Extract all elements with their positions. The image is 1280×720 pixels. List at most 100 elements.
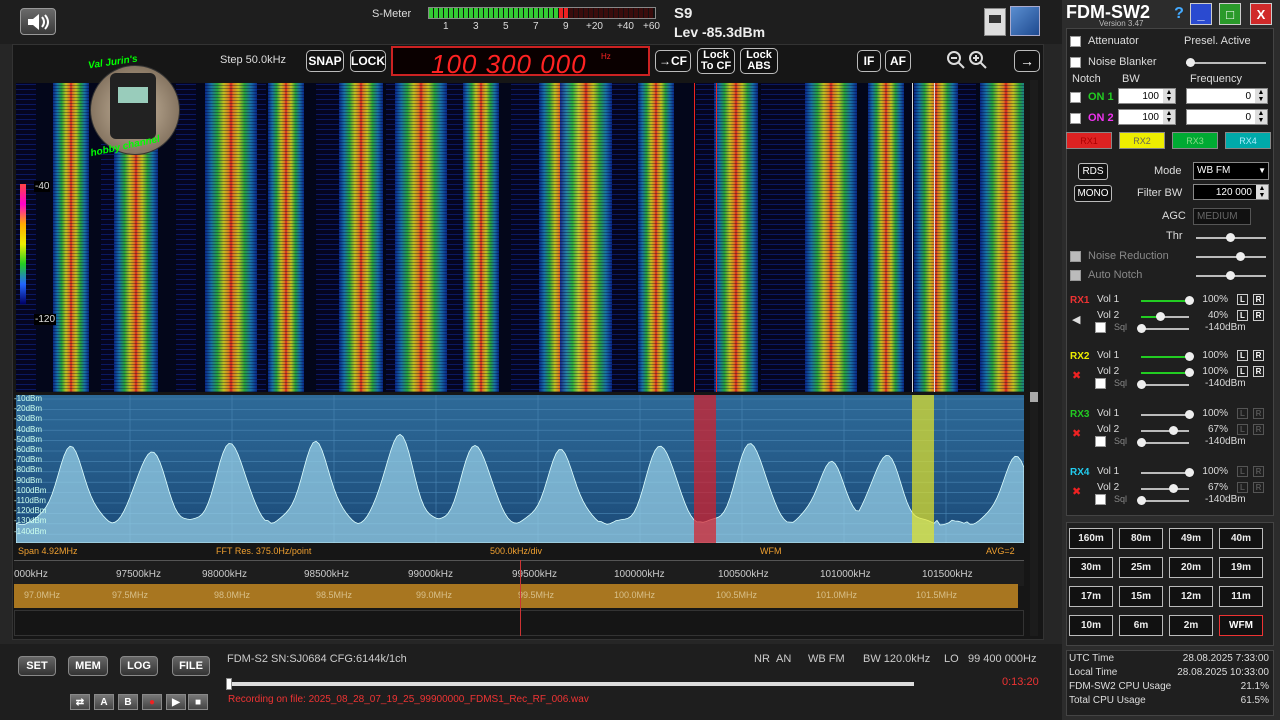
right-channel-button[interactable]: R <box>1253 482 1264 493</box>
notch2-checkbox[interactable] <box>1070 113 1081 124</box>
set-button[interactable]: SET <box>18 656 56 676</box>
thr-slider[interactable] <box>1196 233 1266 242</box>
right-channel-button[interactable]: R <box>1253 294 1264 305</box>
notch1-frequency-input[interactable]: 0 ▲ ▼ <box>1186 88 1268 104</box>
attenuator-checkbox[interactable] <box>1070 36 1081 47</box>
maximize-button[interactable]: □ <box>1219 3 1241 25</box>
spin-arrows-icon[interactable]: ▲ ▼ <box>1256 185 1268 199</box>
squelch-slider[interactable] <box>1137 438 1189 447</box>
squelch-slider[interactable] <box>1137 380 1189 389</box>
filter-bw-input[interactable]: 120 000 ▲ ▼ <box>1193 184 1269 200</box>
to-cf-button[interactable]: →CF <box>655 50 691 72</box>
file-button[interactable]: FILE <box>172 656 210 676</box>
right-channel-button[interactable]: R <box>1253 466 1264 477</box>
speaker-muted-icon[interactable]: ✖ <box>1072 428 1084 440</box>
frequency-display[interactable]: 100 300 000 Hz <box>391 46 650 79</box>
playback-slider[interactable] <box>226 678 914 690</box>
zoom-out-icon[interactable] <box>946 50 966 70</box>
vol1-slider-knob[interactable] <box>1185 352 1194 361</box>
vol2-slider-knob[interactable] <box>1185 368 1194 377</box>
marker-a-button[interactable]: A <box>94 694 114 710</box>
right-channel-button[interactable]: R <box>1253 408 1264 419</box>
notch2-bw-input[interactable]: 100 ▲ ▼ <box>1118 109 1176 125</box>
left-channel-button[interactable]: L <box>1237 366 1248 377</box>
frequency-ruler[interactable]: 000kHz 97500kHz 98000kHz 98500kHz 99000kHz 99… <box>14 560 1024 586</box>
auto-notch-slider[interactable] <box>1196 271 1266 280</box>
mode-select[interactable]: WB FM ▼ <box>1193 162 1269 180</box>
noise-blanker-slider[interactable] <box>1186 58 1266 67</box>
band-button-40m[interactable]: 40m <box>1219 528 1263 549</box>
lock-to-cf-button[interactable]: Lock To CF <box>697 48 735 74</box>
arrow-right-icon[interactable]: → <box>1014 50 1040 72</box>
scrollbar-thumb[interactable] <box>1030 392 1038 402</box>
squelch-knob[interactable] <box>1137 324 1146 333</box>
right-channel-button[interactable]: R <box>1253 424 1264 435</box>
vol2-slider[interactable] <box>1141 368 1194 377</box>
vol1-slider[interactable] <box>1141 352 1194 361</box>
auto-notch-checkbox[interactable] <box>1070 270 1081 281</box>
notch1-bw-input[interactable]: 100 ▲ ▼ <box>1118 88 1176 104</box>
band-button-49m[interactable]: 49m <box>1169 528 1213 549</box>
playback-knob[interactable] <box>226 678 232 690</box>
vol1-slider[interactable] <box>1141 410 1194 419</box>
close-button[interactable]: X <box>1250 3 1272 25</box>
noise-reduction-checkbox[interactable] <box>1070 251 1081 262</box>
band-button-30m[interactable]: 30m <box>1069 557 1113 578</box>
vol1-slider[interactable] <box>1141 296 1194 305</box>
right-channel-button[interactable]: R <box>1253 310 1264 321</box>
lock-button[interactable]: LOCK <box>350 50 386 72</box>
band-button-6m[interactable]: 6m <box>1119 615 1163 636</box>
band-button-11m[interactable]: 11m <box>1219 586 1263 607</box>
band-button-wfm[interactable]: WFM <box>1219 615 1263 636</box>
notch1-checkbox[interactable] <box>1070 92 1081 103</box>
squelch-checkbox[interactable] <box>1095 436 1106 447</box>
squelch-knob[interactable] <box>1137 496 1146 505</box>
squelch-checkbox[interactable] <box>1095 494 1106 505</box>
band-button-12m[interactable]: 12m <box>1169 586 1213 607</box>
band-strip[interactable]: 97.0MHz 97.5MHz 98.0MHz 98.5MHz 99.0MHz 99.5M… <box>14 584 1018 608</box>
bookmark-strip[interactable] <box>14 610 1024 636</box>
squelch-knob[interactable] <box>1137 380 1146 389</box>
vol1-slider-knob[interactable] <box>1185 296 1194 305</box>
zoom-in-icon[interactable] <box>968 50 988 70</box>
left-channel-button[interactable]: L <box>1237 310 1248 321</box>
rx4-tab[interactable]: RX4 <box>1225 132 1271 149</box>
left-channel-button[interactable]: L <box>1237 294 1248 305</box>
af-button[interactable]: AF <box>885 50 911 72</box>
rds-button[interactable]: RDS <box>1078 163 1108 180</box>
stop-icon[interactable]: ■ <box>188 694 208 710</box>
play-icon[interactable]: ▶ <box>166 694 186 710</box>
agc-select[interactable]: MEDIUM <box>1193 208 1251 225</box>
squelch-knob[interactable] <box>1137 438 1146 447</box>
minimize-button[interactable]: _ <box>1190 3 1212 25</box>
band-button-20m[interactable]: 20m <box>1169 557 1213 578</box>
spin-arrows-icon[interactable]: ▲ ▼ <box>1163 89 1175 103</box>
log-button[interactable]: LOG <box>120 656 158 676</box>
speaker-icon[interactable]: ◀ <box>1072 314 1084 326</box>
marker-b-button[interactable]: B <box>118 694 138 710</box>
vol2-slider[interactable] <box>1141 426 1189 435</box>
right-channel-button[interactable]: R <box>1253 366 1264 377</box>
speaker-muted-icon[interactable]: ✖ <box>1072 370 1084 382</box>
band-button-10m[interactable]: 10m <box>1069 615 1113 636</box>
spin-arrows-icon[interactable]: ▲ ▼ <box>1255 89 1267 103</box>
rx1-tab[interactable]: RX1 <box>1066 132 1112 149</box>
vertical-scrollbar[interactable] <box>1030 80 1038 636</box>
noise-blanker-checkbox[interactable] <box>1070 57 1081 68</box>
right-channel-button[interactable]: R <box>1253 350 1264 361</box>
squelch-slider[interactable] <box>1137 496 1189 505</box>
speaker-muted-icon[interactable]: ✖ <box>1072 486 1084 498</box>
squelch-slider[interactable] <box>1137 324 1189 333</box>
help-icon[interactable]: ? <box>1168 3 1190 25</box>
rx3-tab[interactable]: RX3 <box>1172 132 1218 149</box>
mono-button[interactable]: MONO <box>1074 185 1112 202</box>
mem-button[interactable]: MEM <box>68 656 108 676</box>
record-icon[interactable]: ● <box>142 694 162 710</box>
left-channel-button[interactable]: L <box>1237 482 1248 493</box>
left-channel-button[interactable]: L <box>1237 466 1248 477</box>
notch2-frequency-input[interactable]: 0 ▲ ▼ <box>1186 109 1268 125</box>
vol1-slider[interactable] <box>1141 468 1194 477</box>
left-channel-button[interactable]: L <box>1237 350 1248 361</box>
vol2-slider[interactable] <box>1141 312 1189 321</box>
band-button-160m[interactable]: 160m <box>1069 528 1113 549</box>
